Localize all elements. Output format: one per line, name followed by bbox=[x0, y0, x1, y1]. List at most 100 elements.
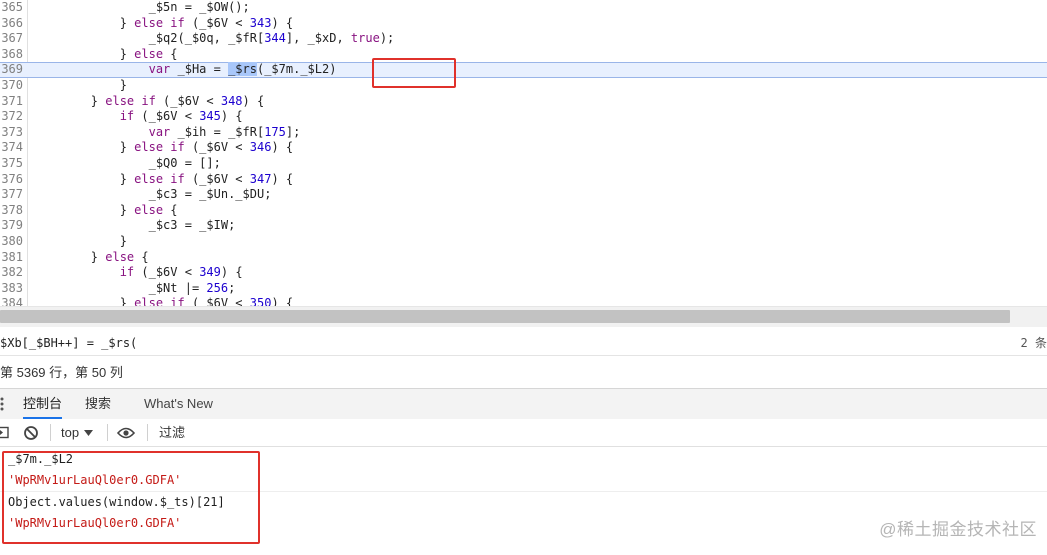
code-token: _$5n = _$OW(); bbox=[33, 0, 250, 14]
context-selector[interactable]: top bbox=[61, 419, 94, 446]
watermark-text: @稀土掘金技术社区 bbox=[879, 520, 1037, 539]
search-bar[interactable]: $Xb[_$BH++] = _$rs( 2 条 bbox=[0, 331, 1047, 356]
line-number[interactable]: 379 bbox=[0, 218, 23, 234]
scrollbar-thumb[interactable] bbox=[0, 310, 1010, 323]
code-line[interactable]: 366 } else if (_$6V < 343) { bbox=[0, 16, 1047, 32]
code-token: (_$7m._$L2) bbox=[256, 62, 337, 77]
tab-search[interactable]: 搜索 bbox=[85, 389, 111, 419]
code-token: 175 bbox=[264, 124, 286, 139]
code-token: ) { bbox=[271, 140, 294, 155]
code-line[interactable]: 369 var _$Ha = _$rs(_$7m._$L2) bbox=[0, 62, 1047, 78]
line-number[interactable]: 383 bbox=[0, 281, 23, 297]
line-number[interactable]: 370 bbox=[0, 78, 23, 94]
line-number[interactable]: 373 bbox=[0, 125, 23, 141]
code-line[interactable]: 372 if (_$6V < 345) { bbox=[0, 109, 1047, 125]
code-token: (_$6V < bbox=[184, 140, 250, 155]
eye-icon[interactable] bbox=[117, 419, 135, 446]
code-token: { bbox=[163, 46, 178, 61]
line-number[interactable]: 367 bbox=[0, 31, 23, 47]
code-line[interactable]: 380 } bbox=[0, 234, 1047, 250]
annotation-highlight-box bbox=[2, 451, 260, 544]
line-number[interactable]: 374 bbox=[0, 140, 23, 156]
code-token: else if bbox=[134, 296, 185, 306]
line-number[interactable]: 378 bbox=[0, 203, 23, 219]
code-line[interactable]: 376 } else if (_$6V < 347) { bbox=[0, 172, 1047, 188]
code-line[interactable]: 373 var _$ih = _$fR[175]; bbox=[0, 125, 1047, 141]
code-line[interactable]: 371 } else if (_$6V < 348) { bbox=[0, 94, 1047, 110]
code-text: } else if (_$6V < 348) { bbox=[33, 94, 264, 110]
code-token: } bbox=[33, 140, 135, 155]
code-text: } else if (_$6V < 346) { bbox=[33, 140, 293, 156]
code-token: } bbox=[33, 15, 135, 30]
line-number[interactable]: 368 bbox=[0, 47, 23, 63]
code-line[interactable]: 383 _$Nt |= 256; bbox=[0, 281, 1047, 297]
console-filter-input[interactable] bbox=[155, 422, 663, 443]
code-token: else bbox=[105, 249, 135, 264]
toolbar-divider bbox=[147, 424, 148, 441]
code-line[interactable]: 370 } bbox=[0, 78, 1047, 94]
toolbar-divider bbox=[107, 424, 108, 441]
line-number[interactable]: 371 bbox=[0, 94, 23, 110]
code-token: _$c3 = _$Un._$DU; bbox=[33, 187, 272, 202]
code-line[interactable]: 377 _$c3 = _$Un._$DU; bbox=[0, 187, 1047, 203]
search-query-text[interactable]: $Xb[_$BH++] = _$rs( bbox=[0, 331, 137, 355]
code-line[interactable]: 378 } else { bbox=[0, 203, 1047, 219]
clear-console-icon[interactable] bbox=[23, 419, 39, 446]
code-token: ) { bbox=[271, 171, 294, 186]
code-token: (_$6V < bbox=[184, 15, 250, 30]
code-token: } bbox=[33, 233, 127, 248]
code-token: { bbox=[134, 249, 149, 264]
code-text: _$c3 = _$IW; bbox=[33, 218, 236, 234]
code-token: (_$6V < bbox=[184, 296, 250, 306]
code-token: if bbox=[119, 109, 135, 124]
line-number[interactable]: 380 bbox=[0, 234, 23, 250]
sidebar-toggle-icon[interactable] bbox=[0, 419, 9, 446]
code-token: } bbox=[33, 171, 135, 186]
code-line[interactable]: 381 } else { bbox=[0, 250, 1047, 266]
code-text: _$c3 = _$Un._$DU; bbox=[33, 187, 272, 203]
code-line[interactable]: 365 _$5n = _$OW(); bbox=[0, 0, 1047, 16]
code-line[interactable]: 374 } else if (_$6V < 346) { bbox=[0, 140, 1047, 156]
code-token: _$Q0 = []; bbox=[33, 155, 221, 170]
line-number[interactable]: 376 bbox=[0, 172, 23, 188]
code-token: else if bbox=[105, 93, 156, 108]
code-line[interactable]: 382 if (_$6V < 349) { bbox=[0, 265, 1047, 281]
annotation-highlight-box bbox=[372, 58, 456, 88]
code-token: ); bbox=[379, 31, 395, 46]
horizontal-scrollbar[interactable] bbox=[0, 306, 1047, 327]
code-line[interactable]: 384 } else if (_$6V < 350) { bbox=[0, 296, 1047, 306]
line-number[interactable]: 375 bbox=[0, 156, 23, 172]
search-match-count: 2 条 bbox=[1020, 336, 1047, 350]
code-text: if (_$6V < 349) { bbox=[33, 265, 243, 281]
line-number[interactable]: 366 bbox=[0, 16, 23, 32]
code-text: _$Q0 = []; bbox=[33, 156, 221, 172]
code-token: 344 bbox=[264, 31, 286, 46]
code-token: (_$6V < bbox=[155, 93, 221, 108]
code-token: } bbox=[33, 249, 106, 264]
tab-console[interactable]: 控制台 bbox=[23, 389, 63, 419]
code-line[interactable]: 367 _$q2(_$0q, _$fR[344], _$xD, true); bbox=[0, 31, 1047, 47]
code-token: var bbox=[148, 62, 171, 77]
line-number[interactable]: 384 bbox=[0, 296, 23, 306]
code-token: } bbox=[33, 46, 135, 61]
drawer-menu-icon[interactable] bbox=[0, 397, 4, 411]
code-line[interactable]: 379 _$c3 = _$IW; bbox=[0, 218, 1047, 234]
line-number[interactable]: 372 bbox=[0, 109, 23, 125]
line-number[interactable]: 377 bbox=[0, 187, 23, 203]
code-line[interactable]: 368 } else { bbox=[0, 47, 1047, 63]
line-number[interactable]: 382 bbox=[0, 265, 23, 281]
code-token: _$Nt |= bbox=[33, 280, 207, 295]
line-number[interactable]: 369 bbox=[0, 62, 23, 78]
code-token: else bbox=[134, 46, 164, 61]
code-token: ) { bbox=[220, 109, 243, 124]
code-line[interactable]: 375 _$Q0 = []; bbox=[0, 156, 1047, 172]
code-token: _$Ha = bbox=[170, 62, 229, 77]
line-number[interactable]: 365 bbox=[0, 0, 23, 16]
line-number[interactable]: 381 bbox=[0, 250, 23, 266]
tab-whats-new[interactable]: What's New bbox=[144, 389, 213, 419]
code-token: else if bbox=[134, 140, 185, 155]
code-token: ], _$xD, bbox=[285, 31, 351, 46]
code-editor[interactable]: 365 _$5n = _$OW(); 366 } else if (_$6V < … bbox=[0, 0, 1047, 306]
